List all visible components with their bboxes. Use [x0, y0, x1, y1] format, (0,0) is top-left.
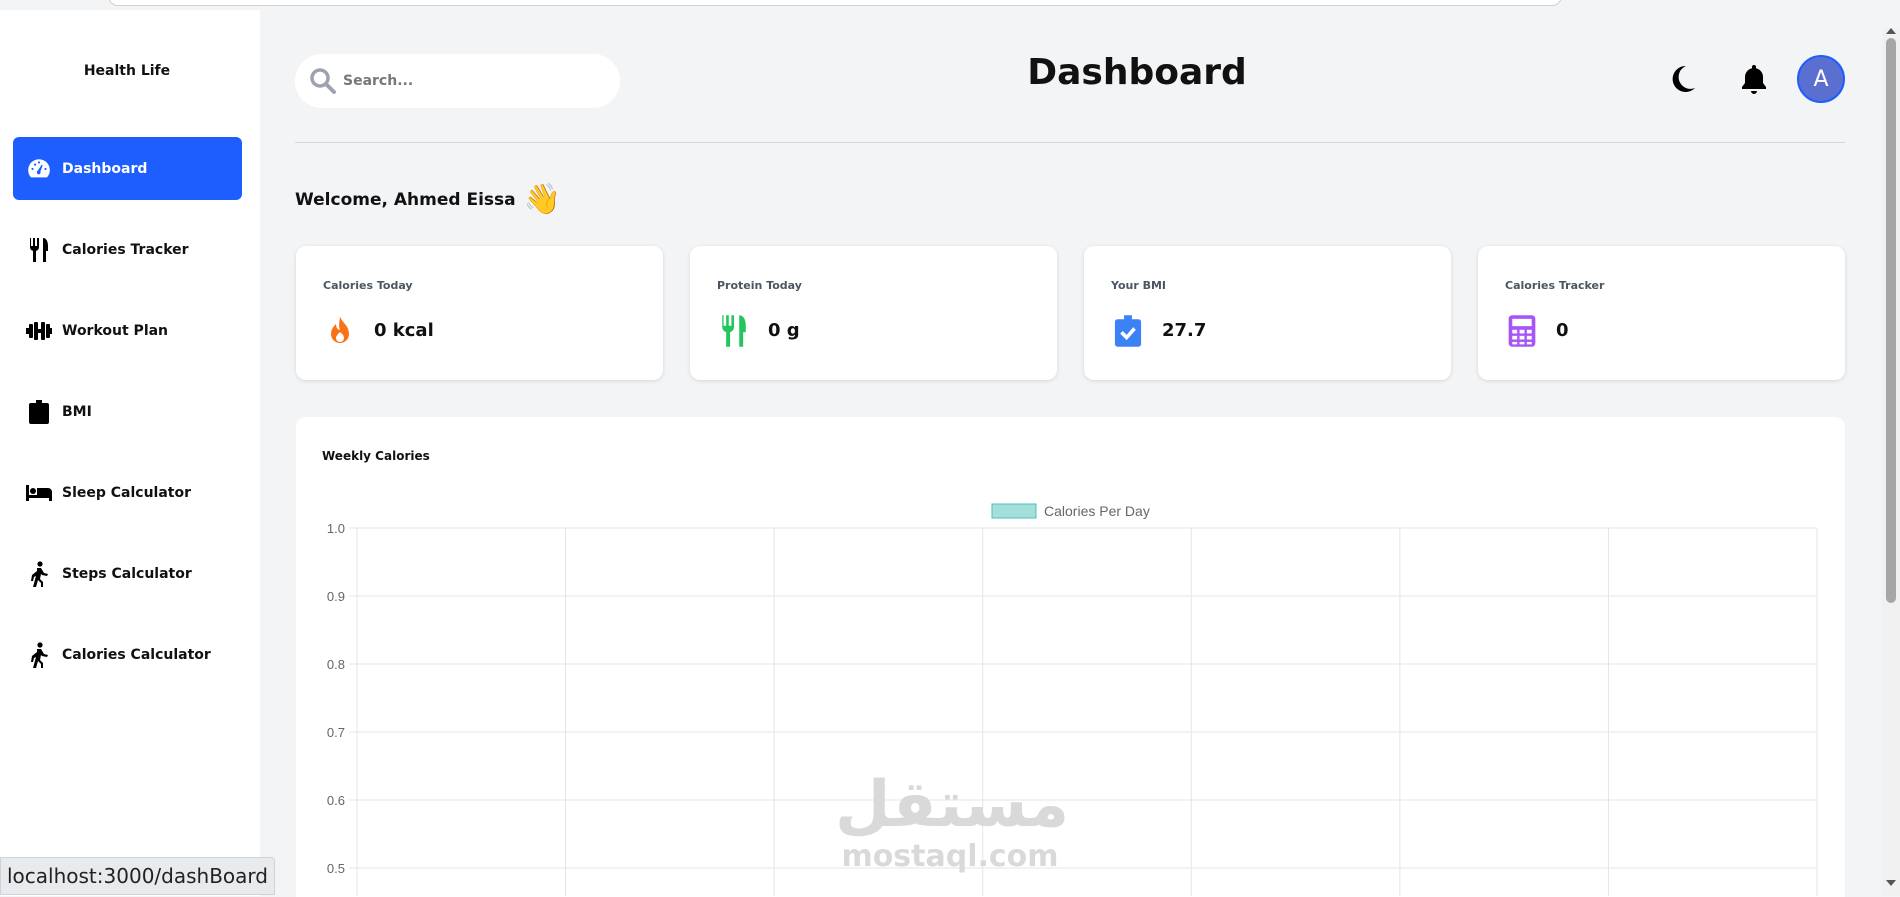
watermark-latin: mostaql.com [841, 839, 1059, 874]
welcome-text: Welcome, Ahmed Eissa [295, 189, 516, 210]
fire-icon [323, 314, 357, 348]
legend-swatch [991, 503, 1037, 519]
avatar[interactable]: A [1797, 55, 1845, 103]
card-title: Your BMI [1111, 279, 1167, 292]
sidebar-item-workout-plan[interactable]: Workout Plan [13, 299, 242, 362]
bmi-card: Your BMI 27.7 [1084, 246, 1451, 380]
sidebar-item-label: Workout Plan [62, 322, 169, 339]
sidebar-item-label: Calories Calculator [62, 646, 211, 663]
sidebar-item-label: Dashboard [62, 160, 148, 177]
welcome-message: Welcome, Ahmed Eissa 👋 [295, 182, 561, 217]
search-icon [309, 67, 337, 95]
watermark: مستقل mostaql.com [835, 768, 1070, 874]
scroll-down-arrow[interactable] [1886, 880, 1896, 886]
y-tick-label: 0.8 [327, 657, 345, 672]
search-input[interactable] [341, 72, 595, 90]
browser-top-strip [0, 0, 1900, 10]
sidebar: Health Life Dashboard Calories Tracker W… [0, 10, 260, 896]
bed-icon [26, 480, 52, 506]
protein-today-card: Protein Today 0 g [690, 246, 1057, 380]
brand-title: Health Life [83, 63, 171, 79]
y-tick-label: 0.9 [327, 589, 345, 604]
moon-icon[interactable] [1666, 63, 1698, 95]
waving-hand-icon: 👋 [523, 182, 561, 217]
calories-today-card: Calories Today 0 kcal [296, 246, 663, 380]
address-bar[interactable] [108, 0, 1562, 6]
calculator-icon [1505, 314, 1539, 348]
watermark-arabic: مستقل [835, 768, 1070, 842]
utensils-icon [26, 237, 52, 263]
y-tick-label: 0.7 [327, 725, 345, 740]
clipboard-check-icon [1111, 314, 1145, 348]
utensils-icon [717, 314, 751, 348]
card-title: Calories Tracker [1505, 279, 1605, 292]
scroll-up-arrow[interactable] [1886, 28, 1896, 34]
weekly-calories-chart: 1.0 0.9 0.8 0.7 0.6 0.5 Calories Per Day [327, 503, 1818, 896]
bell-icon[interactable] [1738, 63, 1770, 95]
sidebar-item-bmi[interactable]: BMI [13, 380, 242, 443]
weekly-calories-panel: Weekly Calories 1.0 0.9 0.8 0.7 0.6 0.5 Calor… [296, 417, 1845, 897]
clipboard-check-icon [26, 399, 52, 425]
sidebar-item-sleep-calculator[interactable]: Sleep Calculator [13, 461, 242, 524]
sidebar-item-label: Calories Tracker [62, 241, 189, 258]
page-title: Dashboard [1027, 52, 1247, 93]
sidebar-item-label: Sleep Calculator [62, 484, 192, 501]
status-bar-url: localhost:3000/dashBoard [0, 857, 275, 895]
card-value: 0 [1556, 320, 1569, 341]
sidebar-item-label: BMI [62, 403, 92, 420]
scrollbar-thumb[interactable] [1886, 38, 1896, 603]
calories-tracker-card: Calories Tracker 0 [1478, 246, 1845, 380]
sidebar-item-calories-tracker[interactable]: Calories Tracker [13, 218, 242, 281]
card-value: 27.7 [1162, 320, 1207, 341]
y-tick-label: 0.5 [327, 861, 345, 876]
sidebar-item-steps-calculator[interactable]: Steps Calculator [13, 542, 242, 605]
page-scrollbar[interactable] [1882, 28, 1900, 896]
card-value: 0 g [768, 320, 800, 341]
sidebar-item-label: Steps Calculator [62, 565, 192, 582]
legend-label: Calories Per Day [1044, 503, 1150, 519]
sidebar-item-calories-calculator[interactable]: Calories Calculator [13, 623, 242, 686]
header-divider [295, 142, 1845, 143]
card-title: Protein Today [717, 279, 802, 292]
card-value: 0 kcal [374, 320, 434, 341]
y-tick-label: 0.6 [327, 793, 345, 808]
y-tick-label: 1.0 [327, 521, 345, 536]
search-box[interactable] [295, 54, 620, 108]
card-title: Calories Today [323, 279, 413, 292]
walking-icon [26, 560, 52, 587]
gauge-icon [26, 156, 52, 182]
dumbbell-icon [26, 318, 52, 344]
walking-icon [26, 641, 52, 668]
sidebar-item-dashboard[interactable]: Dashboard [13, 137, 242, 200]
